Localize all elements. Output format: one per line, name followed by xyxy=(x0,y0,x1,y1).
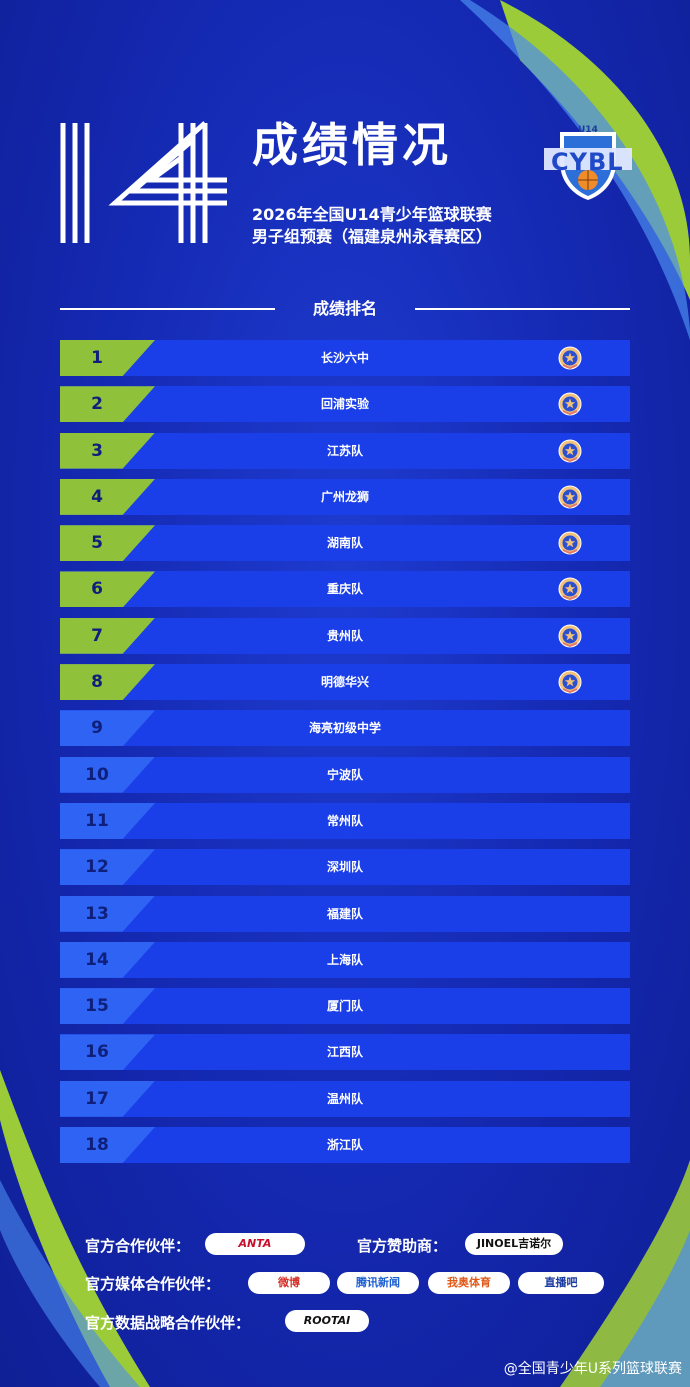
anta-logo: ANTA xyxy=(205,1233,305,1255)
ranking-row: 7 贵州队 xyxy=(60,617,630,654)
ranking-row: 16 江西队 xyxy=(60,1034,630,1071)
rank-number: 8 xyxy=(91,672,103,693)
team-name: 厦门队 xyxy=(326,999,363,1014)
ranking-row: 11 常州队 xyxy=(60,802,630,839)
ranking-row: 5 湖南队 xyxy=(60,525,630,562)
rank-number: 15 xyxy=(85,996,109,1017)
data-partner-label: 官方数据战略合作伙伴： xyxy=(85,1314,251,1332)
rank-number: 11 xyxy=(85,810,109,831)
team-name: 广州龙狮 xyxy=(320,489,369,504)
rank-number: 18 xyxy=(85,1135,109,1156)
team-name: 江苏队 xyxy=(326,443,363,458)
rank-number: 5 xyxy=(91,533,103,554)
rank-number: 16 xyxy=(85,1042,109,1063)
rank-number: 7 xyxy=(91,625,103,646)
team-name: 江西队 xyxy=(326,1045,363,1060)
team-name: 回浦实验 xyxy=(320,397,369,412)
qualified-badge-icon xyxy=(558,670,582,694)
ranking-row: 6 重庆队 xyxy=(60,571,630,608)
weibo-account-footer: @全国青少年U系列篮球联赛 xyxy=(503,1361,682,1377)
team-name: 福建队 xyxy=(326,906,363,921)
team-name: 明德华兴 xyxy=(320,675,369,690)
rank-number: 17 xyxy=(85,1088,109,1109)
team-name: 湖南队 xyxy=(326,536,363,551)
qualified-badge-icon xyxy=(558,346,582,370)
team-name: 常州队 xyxy=(326,813,363,828)
rank-number: 14 xyxy=(85,949,109,970)
ranking-row: 3 江苏队 xyxy=(60,432,630,469)
ranking-row: 18 浙江队 xyxy=(60,1127,630,1164)
ranking-row: 4 广州龙狮 xyxy=(60,478,630,515)
ranking-row: 2 回浦实验 xyxy=(60,386,630,423)
ranking-row: 17 温州队 xyxy=(60,1080,630,1117)
qualified-badge-icon xyxy=(558,439,582,463)
rank-number: 13 xyxy=(85,903,109,924)
ranking-row: 12 深圳队 xyxy=(60,849,630,886)
subtitle-line-1: 2026年全国U14青少年篮球联赛 xyxy=(252,205,492,224)
ranking-row: 15 厦门队 xyxy=(60,988,630,1025)
rank-number: 10 xyxy=(85,764,109,785)
rank-number: 3 xyxy=(91,440,103,461)
qualified-badge-icon xyxy=(558,392,582,416)
header-number-graphic xyxy=(60,121,227,243)
team-name: 长沙六中 xyxy=(320,351,369,365)
team-name: 浙江队 xyxy=(326,1138,363,1153)
ranking-list: 1 长沙六中 2 回浦实验 3 江苏队 4 广州龙狮 5 湖南队 6 重庆队 7 贵州队 8 明德华兴 9 海亮初… xyxy=(60,340,630,1173)
woao-sports-logo: 我奥体育 xyxy=(428,1272,510,1294)
zhibo8-logo: 直播吧 xyxy=(518,1272,604,1294)
qualified-badge-icon xyxy=(558,577,582,601)
section-divider-right xyxy=(415,308,630,310)
team-name: 贵州队 xyxy=(326,628,363,643)
rank-number: 6 xyxy=(91,579,103,600)
ranking-row: 14 上海队 xyxy=(60,941,630,978)
weibo-logo: 微博 xyxy=(248,1272,330,1294)
ranking-row: 10 宁波队 xyxy=(60,756,630,793)
partner-label: 官方合作伙伴： xyxy=(85,1237,191,1255)
ranking-row: 1 长沙六中 xyxy=(60,340,630,376)
page-title: 成绩情况 xyxy=(252,118,452,172)
rank-number: 4 xyxy=(91,486,103,507)
ranking-row: 8 明德华兴 xyxy=(60,664,630,701)
rank-number: 1 xyxy=(91,348,103,368)
team-name: 海亮初级中学 xyxy=(308,721,381,736)
rank-number: 2 xyxy=(91,394,103,415)
jinoel-logo: JINOEL吉诺尔 xyxy=(465,1233,563,1255)
qualified-badge-icon xyxy=(558,485,582,509)
logo-text: CYBL xyxy=(551,148,624,176)
page-subtitle: 2026年全国U14青少年篮球联赛 男子组预赛（福建泉州永春赛区） xyxy=(252,204,492,248)
section-header: 成绩排名 xyxy=(60,298,630,320)
media-label: 官方媒体合作伙伴： xyxy=(85,1275,221,1293)
team-name: 上海队 xyxy=(326,952,363,967)
tencent-news-logo: 腾讯新闻 xyxy=(337,1272,419,1294)
qualified-badge-icon xyxy=(558,624,582,648)
ranking-row: 9 海亮初级中学 xyxy=(60,710,630,747)
team-name: 重庆队 xyxy=(326,582,363,597)
rank-number: 9 xyxy=(91,718,103,739)
sponsor-label: 官方赞助商： xyxy=(357,1237,448,1255)
subtitle-line-2: 男子组预赛（福建泉州永春赛区） xyxy=(252,227,493,246)
rootai-logo: ROOTAI xyxy=(285,1310,369,1332)
logo-u14-label: U14 xyxy=(578,125,598,135)
team-name: 深圳队 xyxy=(326,860,363,875)
ranking-row: 13 福建队 xyxy=(60,895,630,932)
qualified-badge-icon xyxy=(558,531,582,555)
team-name: 宁波队 xyxy=(326,767,363,782)
team-name: 温州队 xyxy=(326,1091,363,1106)
rank-number: 12 xyxy=(85,857,109,878)
